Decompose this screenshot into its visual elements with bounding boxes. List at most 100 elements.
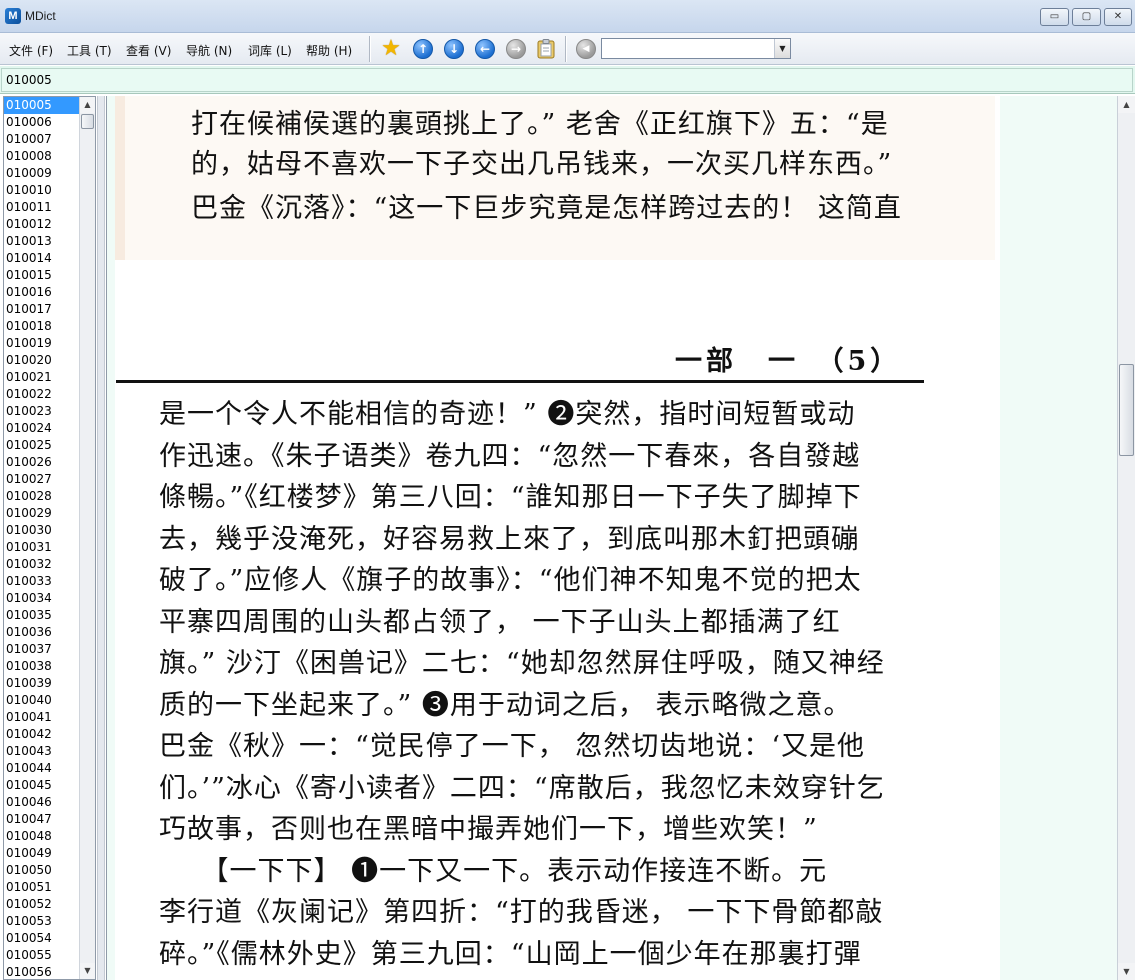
menu-help[interactable]: 帮助 (H) [306, 42, 352, 59]
list-item[interactable]: 010006 [4, 114, 80, 131]
list-item[interactable]: 010053 [4, 913, 80, 930]
maximize-button[interactable]: ▢ [1072, 8, 1101, 26]
list-item[interactable]: 010031 [4, 539, 80, 556]
list-item[interactable]: 010055 [4, 947, 80, 964]
list-item[interactable]: 010022 [4, 386, 80, 403]
list-item[interactable]: 010049 [4, 845, 80, 862]
menu-tools[interactable]: 工具 (T) [67, 42, 112, 59]
list-item[interactable]: 010005 [4, 97, 80, 114]
list-item[interactable]: 010027 [4, 471, 80, 488]
speaker-icon[interactable]: ◀ [575, 38, 597, 60]
list-item[interactable]: 010028 [4, 488, 80, 505]
arrow-left-glyph: ← [475, 39, 495, 59]
page-line: 旗。” 沙汀《困兽记》二七：“她却忽然屏住呼吸，随又神经 [159, 648, 885, 679]
list-item[interactable]: 010056 [4, 964, 80, 979]
list-item[interactable]: 010035 [4, 607, 80, 624]
list-item[interactable]: 010037 [4, 641, 80, 658]
page-line: 们。’”冰心《寄小读者》二四：“席散后，我忽忆未效穿针乞 [159, 773, 885, 804]
list-item[interactable]: 010023 [4, 403, 80, 420]
list-item[interactable]: 010020 [4, 352, 80, 369]
mdict-app-icon: M [5, 8, 21, 24]
list-item[interactable]: 010017 [4, 301, 80, 318]
list-item[interactable]: 010036 [4, 624, 80, 641]
content-scrollbar[interactable]: ▲ ▼ [1117, 96, 1135, 980]
list-item[interactable]: 010038 [4, 658, 80, 675]
scroll-down-icon[interactable]: ▼ [80, 963, 95, 979]
page-line: 巴金《沉落》：“这一下巨步究竟是怎样跨过去的！ 这简直 [191, 193, 902, 224]
scroll-up-icon[interactable]: ▲ [80, 97, 95, 113]
list-item[interactable]: 010030 [4, 522, 80, 539]
page-header: 一部 一 （5） [675, 346, 902, 377]
arrow-right-glyph: → [506, 39, 526, 59]
arrow-up-icon[interactable]: ↑ [412, 38, 434, 60]
list-item[interactable]: 010050 [4, 862, 80, 879]
menu-file[interactable]: 文件 (F) [9, 42, 53, 59]
list-item[interactable]: 010034 [4, 590, 80, 607]
list-item[interactable]: 010039 [4, 675, 80, 692]
list-item[interactable]: 010013 [4, 233, 80, 250]
page-line: 作迅速。《朱子语类》卷九四：“忽然一下春來，各自發越 [159, 441, 861, 472]
list-item[interactable]: 010054 [4, 930, 80, 947]
search-input[interactable]: 010005 [1, 68, 1133, 92]
list-item[interactable]: 010046 [4, 794, 80, 811]
page-line: 李行道《灰阑记》第四折：“打的我昏迷， 一下下骨節都敲 [159, 897, 884, 928]
star-icon[interactable]: ★ [380, 38, 402, 60]
page-line: 碎。”《儒林外史》第三九回：“山岡上一個少年在那裏打彈 [159, 939, 862, 970]
list-item[interactable]: 010041 [4, 709, 80, 726]
list-item[interactable]: 010045 [4, 777, 80, 794]
scroll-thumb[interactable] [81, 114, 94, 129]
list-item[interactable]: 010040 [4, 692, 80, 709]
pane-splitter[interactable] [97, 96, 105, 980]
list-item[interactable]: 010047 [4, 811, 80, 828]
page-line: 巴金《秋》一：“觉民停了一下， 忽然切齿地说：‘又是他 [159, 731, 865, 762]
list-item[interactable]: 010018 [4, 318, 80, 335]
list-item[interactable]: 010008 [4, 148, 80, 165]
list-item[interactable]: 010015 [4, 267, 80, 284]
arrow-up-glyph: ↑ [413, 39, 433, 59]
list-item[interactable]: 010024 [4, 420, 80, 437]
list-item[interactable]: 010042 [4, 726, 80, 743]
list-item[interactable]: 010010 [4, 182, 80, 199]
list-item[interactable]: 010019 [4, 335, 80, 352]
scroll-thumb[interactable] [1119, 364, 1134, 456]
dictionary-combo[interactable]: ▼ [601, 38, 791, 59]
list-item[interactable]: 010043 [4, 743, 80, 760]
scroll-up-icon[interactable]: ▲ [1118, 96, 1135, 113]
list-item[interactable]: 010011 [4, 199, 80, 216]
arrow-down-glyph: ↓ [444, 39, 464, 59]
header-rule [116, 380, 924, 383]
list-item[interactable]: 010007 [4, 131, 80, 148]
list-item[interactable]: 010048 [4, 828, 80, 845]
list-item[interactable]: 010014 [4, 250, 80, 267]
clipboard-icon[interactable] [535, 38, 557, 60]
page-line: 打在候補侯選的裏頭挑上了。” 老舍《正红旗下》五：“是 [191, 109, 889, 140]
list-item[interactable]: 010021 [4, 369, 80, 386]
close-button[interactable]: ✕ [1104, 8, 1132, 26]
list-item[interactable]: 010044 [4, 760, 80, 777]
arrow-down-icon[interactable]: ↓ [443, 38, 465, 60]
list-item[interactable]: 010029 [4, 505, 80, 522]
minimize-button[interactable]: ▭ [1040, 8, 1069, 26]
list-item[interactable]: 010009 [4, 165, 80, 182]
list-item[interactable]: 010051 [4, 879, 80, 896]
chevron-down-icon[interactable]: ▼ [774, 39, 790, 58]
menu-navigate[interactable]: 导航 (N) [186, 42, 232, 59]
list-item[interactable]: 010016 [4, 284, 80, 301]
toolbar-separator [369, 36, 371, 62]
list-item[interactable]: 010026 [4, 454, 80, 471]
word-list[interactable]: 010005 010006 010007 010008 010009 010010 0100… [3, 96, 96, 980]
list-item[interactable]: 010033 [4, 573, 80, 590]
arrow-right-icon[interactable]: → [505, 38, 527, 60]
list-item[interactable]: 010032 [4, 556, 80, 573]
list-item[interactable]: 010052 [4, 896, 80, 913]
scroll-down-icon[interactable]: ▼ [1118, 963, 1135, 980]
arrow-left-icon[interactable]: ← [474, 38, 496, 60]
word-list-scrollbar[interactable]: ▲ ▼ [79, 97, 95, 979]
clipboard-svg [537, 39, 555, 59]
page-line: 是一个令人不能相信的奇迹！” ❷突然，指时间短暂或动 [159, 399, 856, 430]
page-line: 平寨四周围的山头都占领了， 一下子山头上都插满了红 [159, 607, 841, 638]
list-item[interactable]: 010012 [4, 216, 80, 233]
menu-library[interactable]: 词库 (L) [248, 42, 292, 59]
list-item[interactable]: 010025 [4, 437, 80, 454]
menu-view[interactable]: 查看 (V) [126, 42, 171, 59]
